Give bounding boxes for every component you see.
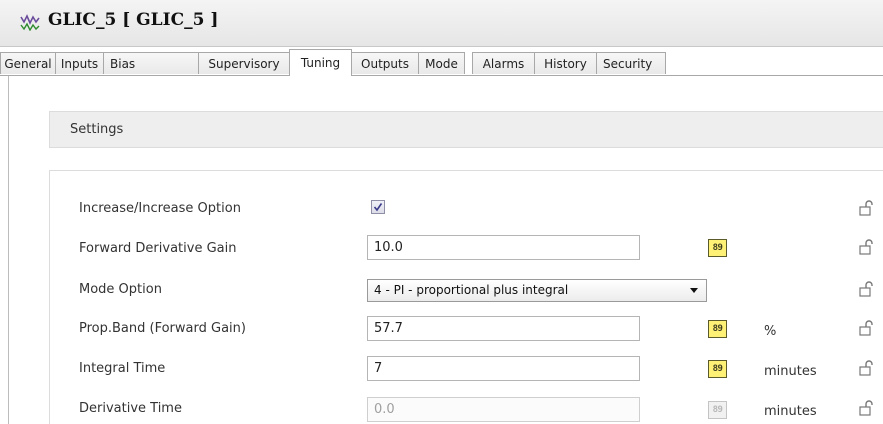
tab-outputs[interactable]: Outputs: [351, 52, 419, 74]
lcd-digit-icon: 89: [708, 401, 727, 419]
increase-option-label: Increase/Increase Option: [79, 201, 241, 216]
prop-band-unit: %: [764, 324, 777, 339]
lcd-digit-icon[interactable]: 89: [708, 320, 727, 338]
tab-tuning[interactable]: Tuning: [289, 49, 352, 76]
waveform-icon: [20, 13, 40, 32]
tab-inputs[interactable]: Inputs: [55, 52, 104, 74]
forward-derivative-gain-input[interactable]: 10.0: [367, 235, 640, 260]
mode-option-label: Mode Option: [79, 282, 162, 297]
tab-general[interactable]: General: [0, 52, 56, 74]
tab-supervisory[interactable]: Supervisory: [198, 52, 290, 74]
chevron-down-icon: [690, 288, 698, 293]
mode-option-dropdown[interactable]: 4 - PI - proportional plus integral: [367, 279, 707, 302]
increase-option-checkbox[interactable]: [371, 200, 385, 214]
settings-header: Settings: [49, 111, 883, 148]
unlocked-padlock-icon[interactable]: [858, 280, 876, 298]
derivative-time-unit: minutes: [764, 404, 817, 419]
tab-history[interactable]: History: [534, 52, 597, 74]
lcd-digit-icon[interactable]: 89: [708, 360, 727, 378]
unlocked-padlock-icon[interactable]: [858, 238, 876, 256]
derivative-time-label: Derivative Time: [79, 401, 182, 416]
lcd-digit-icon[interactable]: 89: [708, 239, 727, 257]
unlocked-padlock-icon[interactable]: [858, 359, 876, 377]
checkmark-icon: [373, 203, 383, 212]
tab-alarms[interactable]: Alarms: [472, 52, 535, 74]
unlocked-padlock-icon[interactable]: [858, 199, 876, 217]
tab-security[interactable]: Security: [596, 52, 666, 74]
integral-time-label: Integral Time: [79, 361, 166, 376]
unlocked-padlock-icon[interactable]: [858, 319, 876, 337]
window-title: GLIC_5 [ GLIC_5 ]: [48, 10, 219, 30]
integral-time-input[interactable]: 7: [367, 356, 640, 381]
prop-band-input[interactable]: 57.7: [367, 316, 640, 341]
derivative-time-input[interactable]: 0.0: [367, 397, 640, 422]
tab-bias[interactable]: Bias: [103, 52, 199, 74]
prop-band-label: Prop.Band (Forward Gain): [79, 321, 246, 336]
tab-strip: General Inputs Bias Supervisory Tuning O…: [0, 49, 883, 76]
title-bar: GLIC_5 [ GLIC_5 ]: [0, 0, 883, 47]
integral-time-unit: minutes: [764, 364, 817, 379]
tab-mode[interactable]: Mode: [418, 52, 465, 74]
forward-derivative-gain-label: Forward Derivative Gain: [79, 241, 237, 256]
unlocked-padlock-icon[interactable]: [858, 399, 876, 417]
mode-option-value: 4 - PI - proportional plus integral: [374, 283, 569, 297]
section-title: Settings: [70, 122, 124, 137]
